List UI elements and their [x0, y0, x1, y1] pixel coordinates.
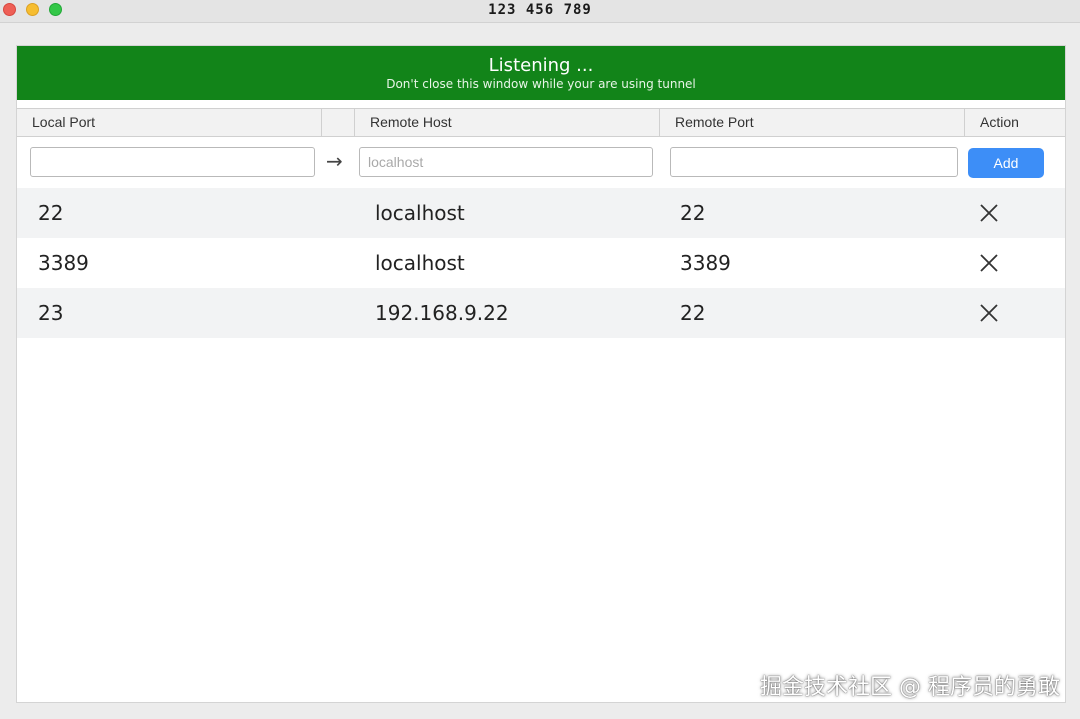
banner-title: Listening ... — [488, 55, 594, 76]
row-remote-host: localhost — [375, 251, 465, 275]
table-row: 23 192.168.9.22 22 — [17, 288, 1065, 338]
row-local-port: 23 — [38, 301, 64, 325]
table-row: 22 localhost 22 — [17, 188, 1065, 238]
watermark: 掘金技术社区 @ 程序员的勇敢 — [760, 675, 1060, 700]
close-icon[interactable] — [977, 301, 1001, 325]
tunnel-list: 22 localhost 22 3389 localhost 3389 23 1… — [17, 188, 1065, 338]
header-action: Action — [980, 114, 1019, 130]
local-port-input[interactable] — [30, 147, 315, 177]
row-remote-host: 192.168.9.22 — [375, 301, 509, 325]
window-title: 123 456 789 — [488, 2, 592, 18]
main-panel: Listening ... Don't close this window wh… — [16, 45, 1066, 703]
close-icon[interactable] — [977, 251, 1001, 275]
row-remote-port: 22 — [680, 201, 706, 225]
banner-subtitle: Don't close this window while your are u… — [386, 77, 696, 91]
row-remote-port: 22 — [680, 301, 706, 325]
add-button[interactable]: Add — [968, 148, 1044, 178]
table-header: Local Port Remote Host Remote Port Actio… — [17, 108, 1065, 137]
remote-host-input[interactable] — [359, 147, 653, 177]
header-arrow-column — [322, 109, 355, 136]
row-local-port: 3389 — [38, 251, 89, 275]
row-remote-host: localhost — [375, 201, 465, 225]
title-bar: 123 456 789 — [0, 0, 1080, 23]
row-remote-port: 3389 — [680, 251, 731, 275]
close-icon[interactable] — [977, 201, 1001, 225]
remote-port-input[interactable] — [670, 147, 958, 177]
new-tunnel-row: → Add — [17, 138, 1065, 188]
header-remote-host: Remote Host — [355, 109, 660, 136]
row-local-port: 22 — [38, 201, 64, 225]
table-row: 3389 localhost 3389 — [17, 238, 1065, 288]
header-remote-port: Remote Port — [660, 109, 965, 136]
arrow-right-icon: → — [326, 149, 343, 173]
status-banner: Listening ... Don't close this window wh… — [17, 46, 1065, 100]
header-local-port: Local Port — [17, 109, 322, 136]
